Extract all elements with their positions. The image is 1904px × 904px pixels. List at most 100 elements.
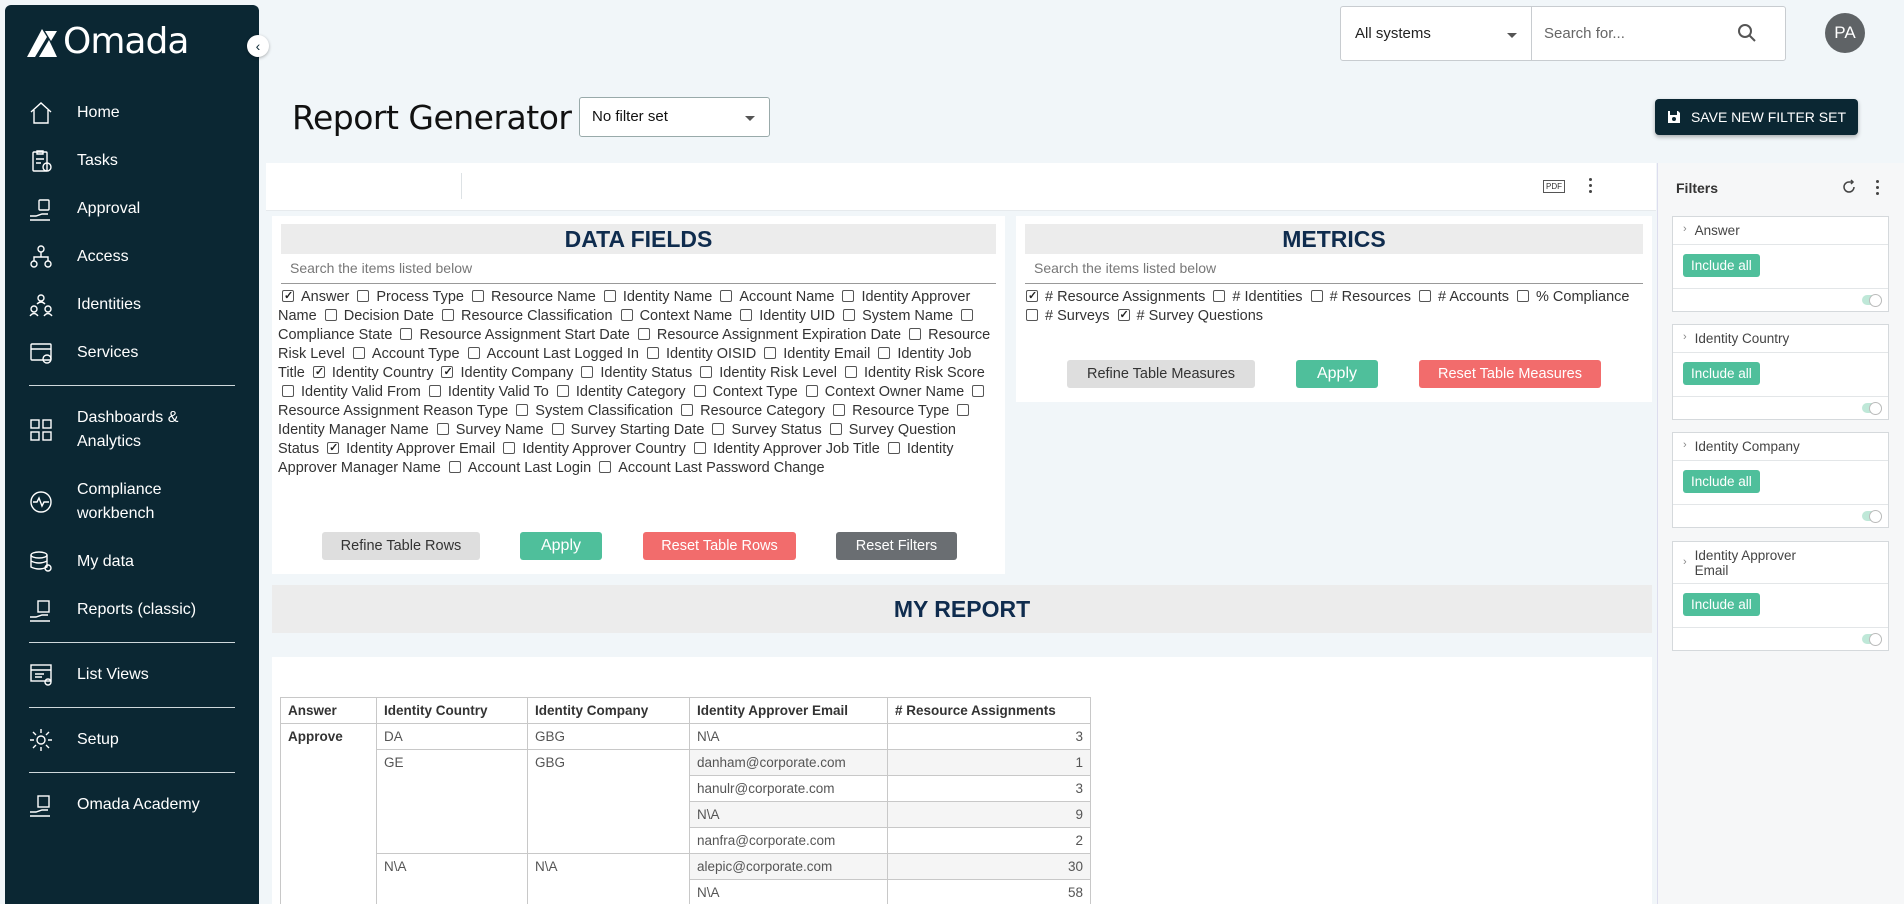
checkbox-unchecked[interactable]	[1213, 290, 1226, 302]
checkbox-unchecked[interactable]	[428, 385, 441, 397]
search-icon[interactable]	[1737, 23, 1757, 43]
field-checkbox-item[interactable]: Identity Email	[760, 346, 870, 362]
checkbox-unchecked[interactable]	[436, 423, 449, 435]
sidebar-item-list-views[interactable]: List Views	[5, 651, 259, 699]
field-checkbox-item[interactable]: Account Name	[716, 289, 834, 305]
checkbox-unchecked[interactable]	[1419, 290, 1432, 302]
field-checkbox-item[interactable]: System Classification	[512, 403, 673, 419]
checkbox-checked[interactable]	[1117, 306, 1130, 325]
checkbox-unchecked[interactable]	[646, 347, 659, 359]
filter-card-header[interactable]: › Identity Approver Email	[1673, 542, 1888, 584]
field-checkbox-item[interactable]: Process Type	[353, 289, 464, 305]
checkbox-unchecked[interactable]	[400, 328, 413, 340]
field-checkbox-item[interactable]: Identity Approver Country	[499, 441, 686, 457]
field-checkbox-item[interactable]: Survey Starting Date	[548, 422, 704, 438]
checkbox-unchecked[interactable]	[700, 366, 713, 378]
sidebar-item-tasks[interactable]: Tasks	[5, 137, 259, 185]
refresh-icon[interactable]	[1841, 179, 1857, 195]
user-avatar[interactable]: PA	[1825, 13, 1865, 53]
checkbox-unchecked[interactable]	[1517, 290, 1529, 302]
checkbox-unchecked[interactable]	[556, 385, 569, 397]
checkbox-unchecked[interactable]	[1026, 309, 1038, 321]
omada-logo[interactable]: Omada	[25, 21, 189, 62]
field-checkbox-item[interactable]: Account Last Password Change	[595, 460, 825, 476]
field-checkbox-item[interactable]: Decision Date	[321, 308, 434, 324]
field-checkbox-item[interactable]: Context Name	[617, 308, 732, 324]
checkbox-unchecked[interactable]	[844, 366, 857, 378]
checkbox-unchecked[interactable]	[581, 366, 594, 378]
field-checkbox-item[interactable]: # Resource Assignments	[1022, 287, 1205, 306]
checkbox-unchecked[interactable]	[282, 385, 294, 397]
field-checkbox-item[interactable]: Identity Company	[437, 363, 573, 382]
checkbox-unchecked[interactable]	[352, 347, 365, 359]
field-checkbox-item[interactable]: # Survey Questions	[1114, 306, 1263, 325]
include-all-button[interactable]: Include all	[1683, 254, 1760, 277]
field-checkbox-item[interactable]: Identity Risk Score	[841, 365, 985, 381]
field-checkbox-item[interactable]: Identity UID	[736, 308, 835, 324]
checkbox-unchecked[interactable]	[972, 385, 985, 397]
sidebar-item-reports[interactable]: Reports (classic)	[5, 586, 259, 634]
field-checkbox-item[interactable]: # Identities	[1209, 289, 1303, 305]
field-checkbox-item[interactable]: Identity Status	[577, 365, 692, 381]
checkbox-unchecked[interactable]	[324, 309, 337, 321]
checkbox-unchecked[interactable]	[620, 309, 633, 321]
filter-card-header[interactable]: › Answer	[1673, 217, 1888, 245]
data-fields-search[interactable]: Search the items listed below	[281, 254, 996, 284]
reset-table-measures-button[interactable]: Reset Table Measures	[1419, 360, 1601, 388]
checkbox-unchecked[interactable]	[887, 442, 900, 454]
metrics-search[interactable]: Search the items listed below	[1025, 254, 1643, 284]
filter-toggle[interactable]	[1862, 510, 1882, 523]
field-checkbox-item[interactable]: Identity Valid From	[278, 384, 421, 400]
collapse-sidebar-button[interactable]: ‹	[247, 35, 269, 57]
checkbox-unchecked[interactable]	[843, 309, 856, 321]
filters-more-icon[interactable]	[1876, 180, 1880, 196]
sidebar-item-academy[interactable]: Omada Academy	[5, 781, 259, 829]
field-checkbox-item[interactable]: Resource Classification	[438, 308, 613, 324]
filter-toggle[interactable]	[1862, 633, 1882, 646]
checkbox-unchecked[interactable]	[599, 461, 612, 473]
checkbox-unchecked[interactable]	[681, 404, 694, 416]
field-checkbox-item[interactable]: Answer	[278, 287, 349, 306]
checkbox-unchecked[interactable]	[442, 309, 455, 321]
field-checkbox-item[interactable]: Resource Type	[829, 403, 949, 419]
checkbox-unchecked[interactable]	[467, 347, 480, 359]
filter-card-header[interactable]: › Identity Country	[1673, 325, 1888, 353]
field-checkbox-item[interactable]: Context Owner Name	[802, 384, 964, 400]
checkbox-unchecked[interactable]	[551, 423, 564, 435]
checkbox-checked[interactable]	[282, 287, 294, 306]
more-options-icon[interactable]	[1589, 178, 1593, 194]
sidebar-item-compliance[interactable]: Compliance workbench	[5, 466, 259, 538]
column-header[interactable]: Identity Country	[376, 697, 528, 724]
checkbox-unchecked[interactable]	[833, 404, 846, 416]
checkbox-unchecked[interactable]	[516, 404, 529, 416]
checkbox-unchecked[interactable]	[909, 328, 922, 340]
field-checkbox-item[interactable]: Identity Approver Email	[323, 439, 495, 458]
field-checkbox-item[interactable]: Identity OISID	[643, 346, 756, 362]
column-header[interactable]: # Resource Assignments	[887, 697, 1091, 724]
field-checkbox-item[interactable]: Survey Name	[433, 422, 544, 438]
field-checkbox-item[interactable]: Account Last Login	[445, 460, 591, 476]
checkbox-unchecked[interactable]	[1310, 290, 1323, 302]
field-checkbox-item[interactable]: Identity Approver Job Title	[690, 441, 880, 457]
include-all-button[interactable]: Include all	[1683, 362, 1760, 385]
checkbox-unchecked[interactable]	[720, 290, 733, 302]
filter-card-header[interactable]: › Identity Company	[1673, 433, 1888, 461]
field-checkbox-item[interactable]: Identity Risk Level	[696, 365, 837, 381]
field-checkbox-item[interactable]: % Compliance	[1513, 289, 1630, 305]
apply-measures-button[interactable]: Apply	[1296, 360, 1378, 388]
checkbox-unchecked[interactable]	[961, 309, 974, 321]
checkbox-unchecked[interactable]	[693, 442, 706, 454]
sidebar-item-services[interactable]: Services	[5, 329, 259, 377]
checkbox-unchecked[interactable]	[842, 290, 855, 302]
sidebar-item-setup[interactable]: Setup	[5, 716, 259, 764]
checkbox-unchecked[interactable]	[472, 290, 485, 302]
checkbox-unchecked[interactable]	[764, 347, 777, 359]
checkbox-checked[interactable]	[1026, 287, 1038, 306]
field-checkbox-item[interactable]: Resource Category	[677, 403, 825, 419]
checkbox-unchecked[interactable]	[503, 442, 516, 454]
checkbox-unchecked[interactable]	[448, 461, 461, 473]
checkbox-unchecked[interactable]	[805, 385, 818, 397]
checkbox-unchecked[interactable]	[829, 423, 842, 435]
field-checkbox-item[interactable]: Resource Name	[468, 289, 596, 305]
apply-rows-button[interactable]: Apply	[520, 532, 602, 560]
